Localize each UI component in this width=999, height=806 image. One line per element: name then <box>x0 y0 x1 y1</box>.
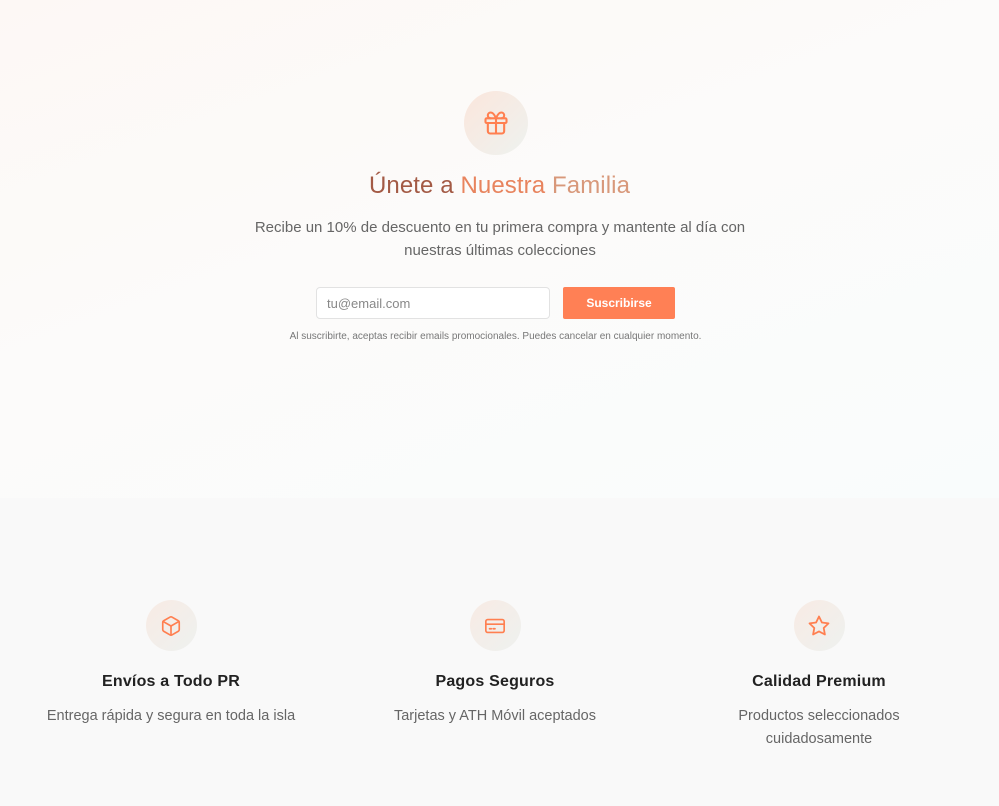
subscribe-button[interactable]: Suscribirse <box>563 287 675 319</box>
credit-card-icon <box>485 618 505 633</box>
gift-icon <box>484 111 508 135</box>
gift-icon-badge <box>464 91 528 155</box>
feature-description: Entrega rápida y segura en toda la isla <box>46 708 296 724</box>
email-input[interactable] <box>316 287 550 319</box>
title-part-2: Nuestra <box>460 172 552 199</box>
newsletter-section: Únete a Nuestra Familia Recibe un 10% de… <box>0 0 999 498</box>
feature-title: Pagos Seguros <box>435 673 555 690</box>
feature-shipping: Envíos a Todo PR Entrega rápida y segura… <box>6 600 336 728</box>
title-part-3: Familia <box>552 172 631 199</box>
box-icon <box>161 615 181 636</box>
feature-description: Tarjetas y ATH Móvil aceptados <box>393 708 596 724</box>
feature-payments: Pagos Seguros Tarjetas y ATH Móvil acept… <box>330 600 660 728</box>
subscribe-disclaimer: Al suscribirte, aceptas recibir emails p… <box>289 331 702 342</box>
feature-description: Productos seleccionados cuidadosamente <box>738 708 900 747</box>
newsletter-description: Recibe un 10% de descuento en tu primera… <box>254 219 746 259</box>
feature-icon-badge <box>145 600 197 651</box>
title-part-1: Únete a <box>368 172 461 199</box>
feature-quality: Calidad Premium Productos seleccionados … <box>654 600 984 751</box>
feature-icon-badge <box>793 600 845 651</box>
feature-title: Calidad Premium <box>752 673 886 690</box>
star-icon <box>808 615 830 635</box>
feature-title: Envíos a Todo PR <box>101 673 241 690</box>
newsletter-title: Únete a Nuestra Familia <box>0 172 999 200</box>
feature-icon-badge <box>469 600 521 651</box>
